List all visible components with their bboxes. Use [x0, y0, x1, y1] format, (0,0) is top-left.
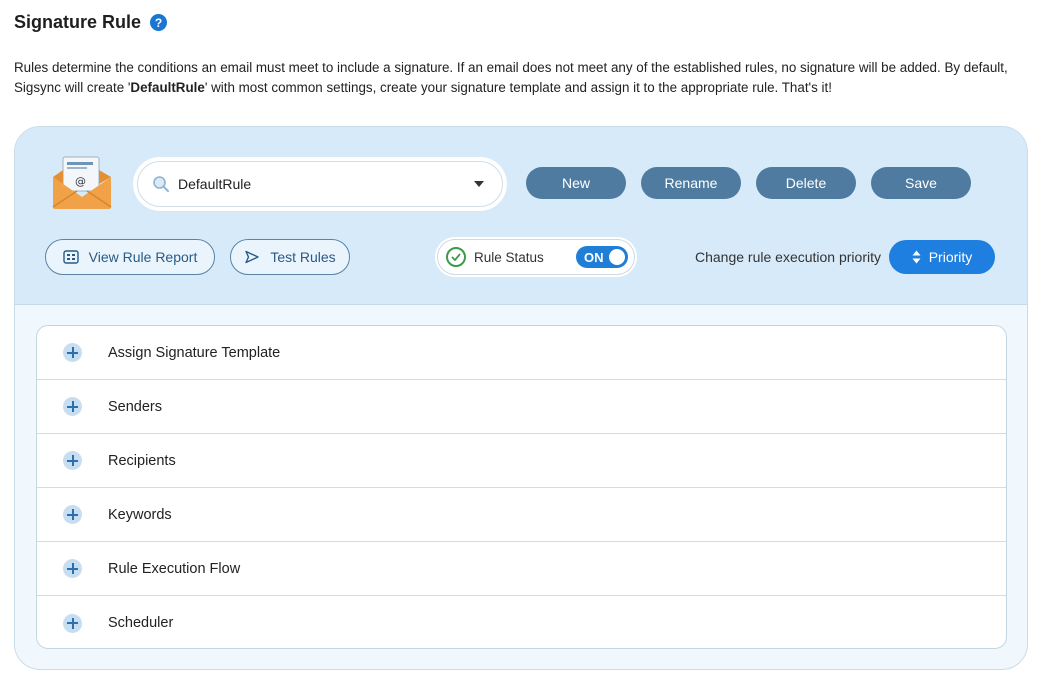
rule-status-control: Rule Status ON — [437, 239, 635, 275]
priority-button[interactable]: Priority — [889, 240, 995, 274]
rule-select-value: DefaultRule — [178, 176, 252, 192]
section-label: Recipients — [108, 452, 176, 469]
rule-select-dropdown[interactable]: DefaultRule — [137, 161, 503, 207]
play-triangle-icon — [245, 250, 260, 264]
view-rule-report-button[interactable]: View Rule Report — [45, 239, 215, 275]
rule-status-toggle[interactable]: ON — [576, 246, 628, 268]
section-rule-execution-flow[interactable]: Rule Execution Flow — [37, 542, 1006, 596]
rule-sections-accordion: Assign Signature Template Senders Recipi… — [36, 325, 1007, 649]
test-rules-label: Test Rules — [270, 249, 336, 265]
check-circle-icon — [446, 247, 466, 267]
section-label: Assign Signature Template — [108, 344, 281, 361]
delete-rule-button[interactable]: Delete — [756, 167, 856, 199]
section-senders[interactable]: Senders — [37, 380, 1006, 434]
rule-panel: @ DefaultRule New Rename Delete Save Vie… — [14, 126, 1028, 670]
section-label: Scheduler — [108, 615, 174, 631]
section-assign-signature-template[interactable]: Assign Signature Template — [37, 326, 1006, 380]
search-icon — [153, 176, 169, 192]
rule-status-label: Rule Status — [474, 249, 544, 265]
caret-down-icon[interactable] — [474, 181, 484, 187]
rule-toolbar-area: @ DefaultRule New Rename Delete Save Vie… — [15, 127, 1027, 305]
view-rule-report-label: View Rule Report — [88, 249, 198, 265]
section-scheduler[interactable]: Scheduler — [37, 596, 1006, 648]
section-label: Rule Execution Flow — [108, 560, 241, 577]
rename-rule-button[interactable]: Rename — [641, 167, 741, 199]
page-description: Rules determine the conditions an email … — [14, 58, 1024, 98]
new-rule-button[interactable]: New — [526, 167, 626, 199]
plus-icon[interactable] — [63, 505, 82, 524]
plus-icon[interactable] — [63, 613, 82, 633]
plus-icon[interactable] — [63, 397, 82, 416]
section-keywords[interactable]: Keywords — [37, 488, 1006, 542]
description-bold-rule: DefaultRule — [130, 80, 205, 95]
plus-icon[interactable] — [63, 343, 82, 362]
plus-icon[interactable] — [63, 451, 82, 470]
help-icon[interactable]: ? — [150, 14, 168, 31]
toggle-state-text: ON — [584, 249, 604, 265]
priority-caption: Change rule execution priority — [695, 249, 881, 265]
section-label: Keywords — [108, 506, 172, 523]
priority-button-label: Priority — [928, 249, 973, 265]
section-recipients[interactable]: Recipients — [37, 434, 1006, 488]
svg-text:@: @ — [75, 175, 86, 188]
title-row: Signature Rule ? — [14, 12, 168, 33]
toggle-knob — [609, 249, 625, 265]
description-text-2: ' with most common settings, create your… — [204, 80, 832, 95]
report-grid-icon — [62, 250, 79, 264]
page-title: Signature Rule — [14, 12, 142, 32]
sort-arrows-icon — [912, 250, 921, 264]
test-rules-button[interactable]: Test Rules — [230, 239, 350, 275]
section-label: Senders — [108, 398, 163, 415]
save-rule-button[interactable]: Save — [871, 167, 971, 199]
mail-envelope-icon: @ — [52, 156, 112, 209]
plus-icon[interactable] — [63, 559, 82, 578]
